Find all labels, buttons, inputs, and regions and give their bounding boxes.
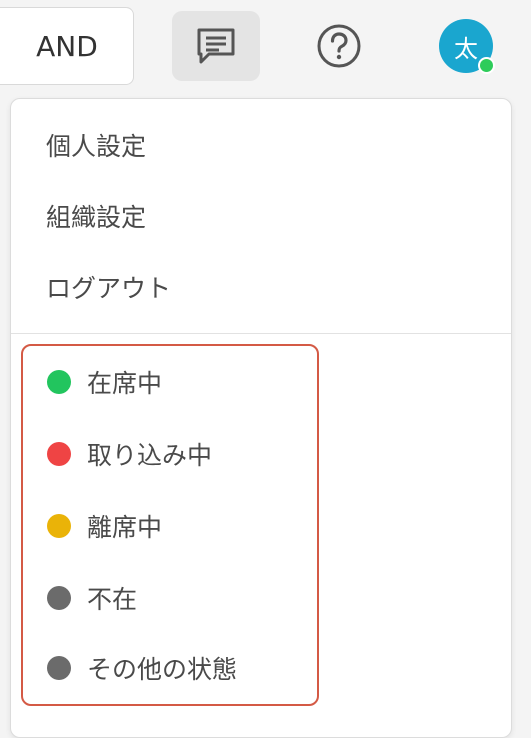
- status-dot-icon: [47, 656, 71, 680]
- status-dot-icon: [47, 514, 71, 538]
- and-filter-button[interactable]: AND: [0, 7, 134, 85]
- status-option-busy[interactable]: 取り込み中: [47, 434, 212, 474]
- menu-item-logout[interactable]: ログアウト: [46, 269, 171, 309]
- status-label: 不在: [87, 585, 138, 614]
- help-button[interactable]: [315, 22, 363, 70]
- avatar-status-dot: [478, 57, 495, 74]
- status-option-away[interactable]: 離席中: [47, 506, 162, 546]
- status-option-available[interactable]: 在席中: [47, 362, 162, 402]
- help-icon: [317, 24, 361, 68]
- avatar-initial: 太: [454, 34, 478, 63]
- status-option-other[interactable]: その他の状態: [47, 648, 237, 688]
- status-label: 離席中: [87, 513, 163, 542]
- chat-button[interactable]: [172, 11, 260, 81]
- and-filter-label: AND: [36, 29, 98, 63]
- status-option-absent[interactable]: 不在: [47, 578, 137, 618]
- chat-icon: [197, 28, 235, 64]
- user-menu-dropdown: 個人設定 組織設定 ログアウト 在席中 取り込み中 離席中 不在 その他の状態: [10, 98, 512, 738]
- menu-divider: [11, 333, 511, 334]
- menu-item-organization-settings[interactable]: 組織設定: [46, 198, 146, 238]
- menu-item-personal-settings[interactable]: 個人設定: [46, 127, 146, 167]
- status-dot-icon: [47, 586, 71, 610]
- status-dot-icon: [47, 370, 71, 394]
- status-dot-icon: [47, 442, 71, 466]
- status-options-group: 在席中 取り込み中 離席中 不在 その他の状態: [21, 344, 319, 706]
- status-label: その他の状態: [87, 655, 238, 684]
- status-label: 在席中: [87, 369, 163, 398]
- top-bar: AND 太: [0, 0, 531, 92]
- status-label: 取り込み中: [87, 441, 213, 470]
- avatar[interactable]: 太: [439, 19, 495, 74]
